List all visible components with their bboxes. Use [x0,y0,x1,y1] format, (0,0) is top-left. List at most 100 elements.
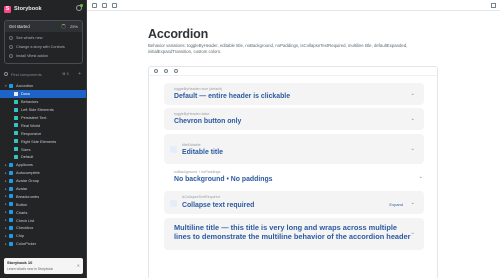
expand-text: Expand [389,202,403,207]
app-name: Storybook [14,6,42,12]
zoom-in-icon[interactable] [154,69,158,73]
tree-item-label: Accordion [16,83,34,89]
sidebar-story-item[interactable]: Persistent Text [0,114,86,122]
onboarding-item[interactable]: Change a story with Controls [9,45,65,49]
tree-item-label: Autocomplete [16,170,40,176]
sidebar: S Storybook Get started 25% See what's n… [0,0,87,278]
story-icon [14,115,18,120]
component-tree: ▾ Accordion Docs Behaviors Left Side Element… [0,82,86,248]
search-icon [4,72,8,76]
page-description: Behavior variations: toggleByHeader, edi… [148,43,408,55]
accordion-header: Multiline title — this title is very lon… [174,223,411,242]
onboarding-item[interactable]: Install Vitest addon [9,54,48,58]
sidebar-component-item[interactable]: ▸ Avatar Group [0,177,86,185]
sidebar-story-item[interactable]: Sizes [0,145,86,153]
story-icon [14,154,18,159]
reset-zoom-icon[interactable] [174,69,178,73]
circle-icon [9,45,13,49]
zoom-out-icon[interactable] [164,69,168,73]
accordion-header: Collapse text required [182,202,255,209]
accordion-collapse-text[interactable]: isCollapseTextRequired Collapse text req… [164,191,424,214]
tree-item-label: Right Side Elements [21,138,57,144]
notification-toast[interactable]: Storybook 10 Learn what's new in Storybo… [4,258,83,274]
accordion-header[interactable]: Editable title [182,149,223,156]
component-icon [9,210,13,215]
search-input[interactable]: Find components ⌘ K + [4,70,83,78]
onboarding-header[interactable]: Get started 25% [5,21,82,32]
item-icon [170,200,177,207]
accordion-default[interactable]: toggleByHeader=true (default) Default — … [164,83,424,105]
chevron-down-icon: ⌄ [410,200,415,206]
story-icon [14,139,18,144]
chevron-down-icon: ⌄ [410,91,415,97]
background-icon[interactable] [102,2,107,8]
edit-icon [170,146,177,153]
sidebar-component-item[interactable]: ▸ Check List [0,216,86,224]
page-title: Accordion [148,27,209,41]
accordion-label: titleEditable [182,143,201,147]
sidebar-component-item[interactable]: ▸ Button [0,200,86,208]
accordion-label: toggleByHeader=false [174,112,210,116]
component-icon [9,233,13,238]
toolbar [87,0,500,11]
tree-item-label: Responsive [21,130,42,136]
component-icon [9,170,13,175]
tree-item-label: Applicons [16,162,33,168]
onboarding-item-label: Install Vitest addon [16,54,49,58]
accordion-no-background[interactable]: noBackground + noPaddings No background … [162,168,426,188]
story-icon [14,131,18,136]
storybook-logo-icon: S [4,5,11,13]
sidebar-component-item[interactable]: ▸ Breadcrumbs [0,192,86,200]
plus-icon[interactable]: + [78,71,81,77]
component-icon [9,162,13,167]
accordion-header: No background • No paddings [174,176,273,183]
sidebar-story-item[interactable]: Left Side Elements [0,106,86,114]
tree-item-label: Checkbox [16,225,34,231]
accordion-label: isCollapseTextRequired [182,195,220,199]
close-icon[interactable]: ✕ [77,263,80,268]
onboarding-checklist: Get started 25% See what's new Change a … [4,20,83,64]
grid-icon[interactable] [92,2,97,8]
tree-item-label: Sizes [21,146,31,152]
sidebar-component-item[interactable]: ▸ Checkbox [0,224,86,232]
accordion-multiline[interactable]: Multiline title — this title is very lon… [164,218,424,250]
viewport-icon[interactable] [112,2,117,8]
chevron-down-icon: ⌄ [418,174,423,180]
sidebar-component-item[interactable]: ▸ Charts [0,208,86,216]
tree-item-label: Persistent Text [21,115,47,120]
sidebar-story-item[interactable]: Docs [0,89,86,98]
sidebar-story-item[interactable]: Behaviors [0,98,86,106]
story-icon [14,91,18,96]
sidebar-component-item[interactable]: ▸ Autocomplete [0,169,86,177]
sidebar-story-item[interactable]: Right Side Elements [0,137,86,145]
fullscreen-icon[interactable] [491,3,496,8]
onboarding-item[interactable]: See what's new [9,36,42,40]
sidebar-component-item[interactable]: ▾ Accordion [0,82,86,90]
accordion-label: toggleByHeader=true (default) [174,87,223,91]
sidebar-component-item[interactable]: ▸ Avatar [0,185,86,193]
chevron-down-icon[interactable]: ⌄ [410,116,415,122]
component-icon [9,194,13,199]
component-icon [9,225,13,230]
tree-item-label: Default [21,154,34,160]
sidebar-story-item[interactable]: Real World [0,121,86,129]
toast-title: Storybook 10 [7,260,33,265]
settings-icon[interactable] [76,4,83,11]
story-icon [14,147,18,152]
sidebar-story-item[interactable]: Responsive [0,129,86,137]
tree-item-label: Avatar Group [16,178,40,184]
sidebar-story-item[interactable]: Default [0,153,86,161]
component-icon [9,218,13,223]
sidebar-component-item[interactable]: ▸ Applicons [0,161,86,169]
chevron-down-icon: ⌄ [410,146,415,152]
tree-item-label: Breadcrumbs [16,193,40,199]
sidebar-component-item[interactable]: ▸ ColorPicker [0,240,86,248]
tree-item-label: Real World [21,122,41,128]
sidebar-component-item[interactable]: ▸ Chip [0,232,86,240]
accordion-header: Chevron button only [174,118,242,125]
component-icon [9,241,13,246]
circle-icon [9,54,13,58]
tree-item-label: Chip [16,233,25,239]
accordion-editable[interactable]: titleEditable Editable title ⌄ [164,134,424,164]
story-icon [14,123,18,128]
